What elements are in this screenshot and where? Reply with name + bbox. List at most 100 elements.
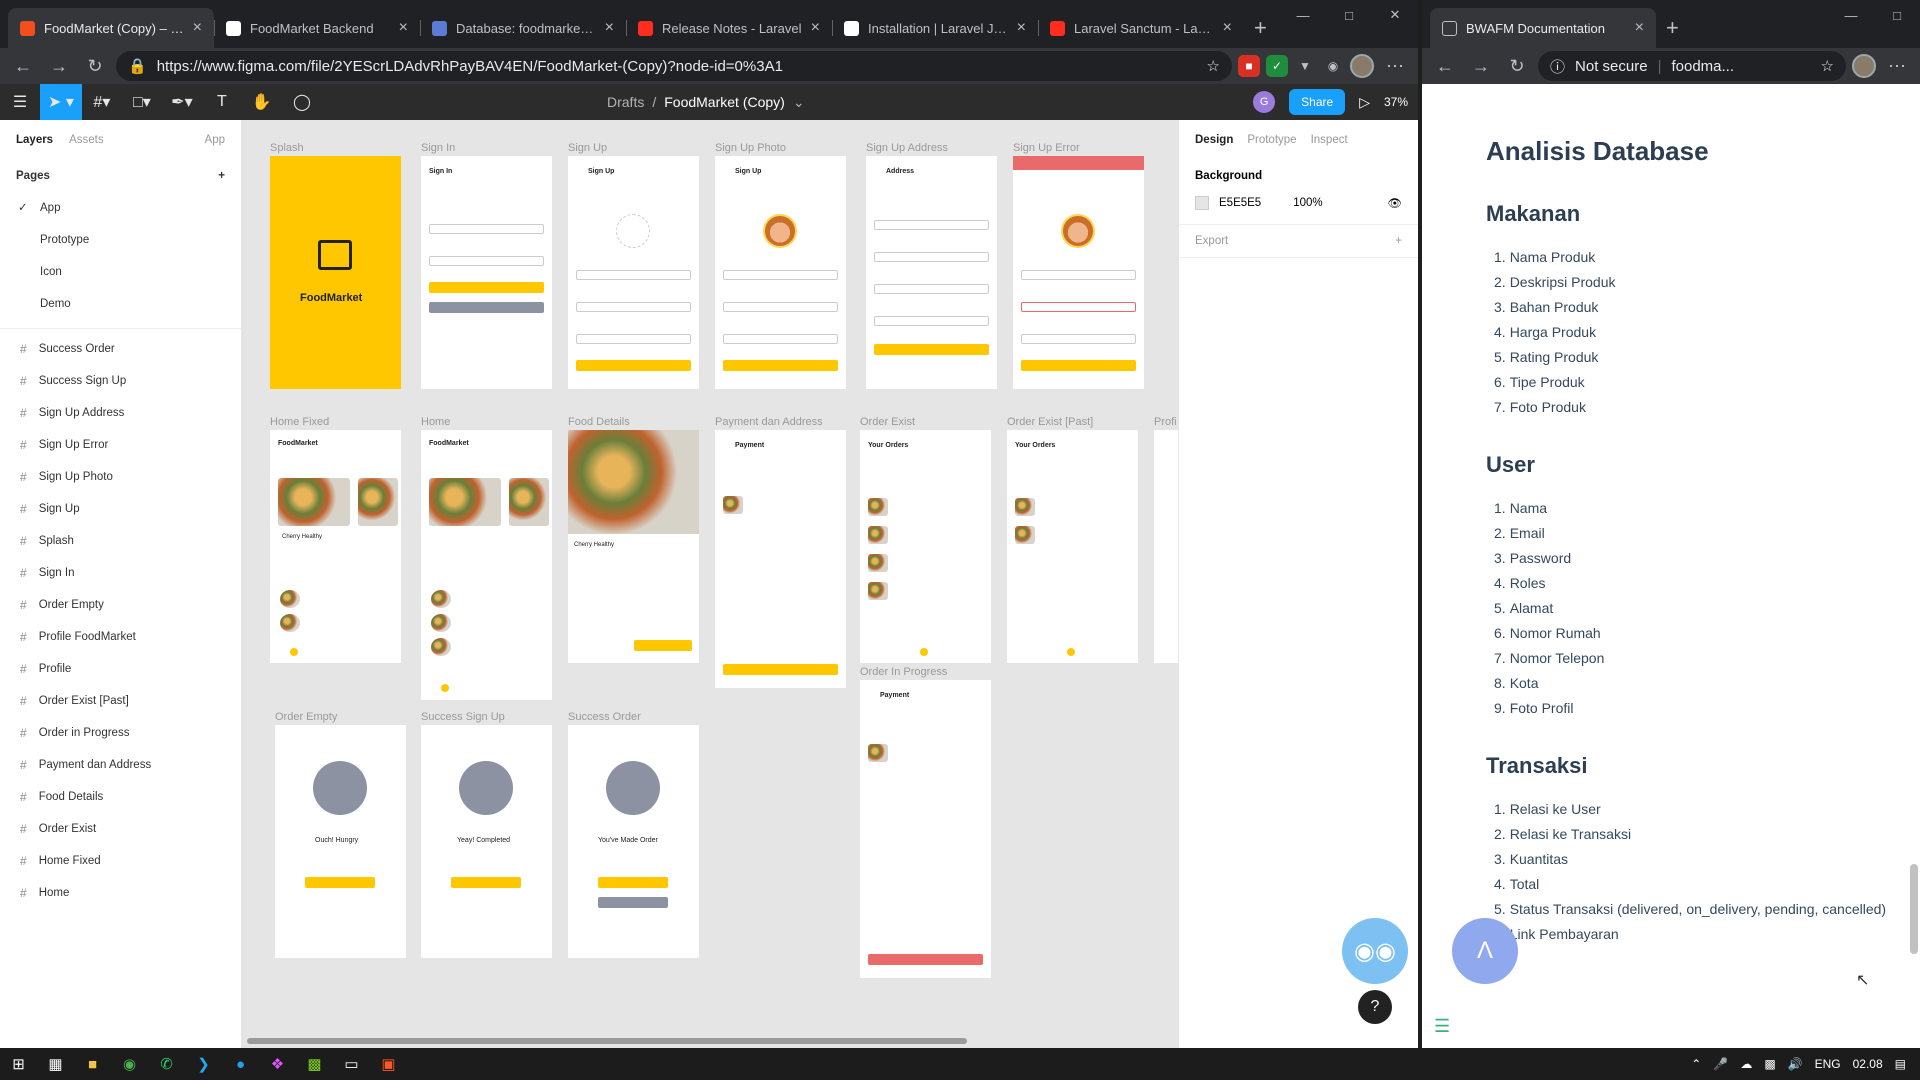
color-swatch[interactable] (1195, 196, 1209, 210)
tab-inspect[interactable]: Inspect (1311, 134, 1348, 146)
language-indicator[interactable]: ENG (1815, 1057, 1841, 1071)
chevron-down-icon[interactable]: ⌄ (793, 94, 805, 111)
app-icon[interactable]: ❖ (259, 1048, 296, 1080)
text-tool-icon[interactable]: T (202, 84, 242, 120)
url-bar[interactable]: ⓘ Not secure | foodma... ☆ (1538, 51, 1846, 81)
close-tab-icon[interactable]: × (1223, 19, 1232, 37)
layer-item[interactable]: # Sign Up Error (0, 429, 241, 461)
frame-sign-up-error[interactable]: Sign Up Error (1013, 142, 1144, 389)
clock[interactable]: 02.08 (1853, 1057, 1883, 1071)
network-icon[interactable]: ▩ (1764, 1057, 1775, 1071)
layer-item[interactable]: # Home (0, 877, 241, 909)
layer-item[interactable]: # Sign In (0, 557, 241, 589)
add-page-icon[interactable]: + (218, 170, 225, 182)
extension-dl-icon[interactable]: ◉ (1322, 55, 1344, 77)
close-tab-icon[interactable]: × (1017, 19, 1026, 37)
page-item[interactable]: Icon (0, 256, 241, 288)
frame-sign-up[interactable]: Sign Up Sign Up (568, 142, 699, 389)
tab-prototype[interactable]: Prototype (1247, 134, 1296, 146)
background-hex[interactable]: E5E5E5 (1219, 197, 1261, 209)
canvas-horizontal-scrollbar[interactable] (247, 1038, 967, 1044)
forward-icon[interactable]: → (1466, 51, 1496, 81)
layer-item[interactable]: # Order in Progress (0, 717, 241, 749)
comment-tool-icon[interactable]: ◯ (282, 84, 322, 120)
frame-food-details[interactable]: Food Details Cherry Healthy (568, 416, 699, 663)
frame-success-order[interactable]: Success Order You've Made Order (568, 711, 699, 958)
frame-home-fixed[interactable]: Home Fixed FoodMarket Cherry Healthy (270, 416, 401, 663)
bookmark-star-icon[interactable]: ☆ (1207, 57, 1220, 75)
tab-bwafm-docs[interactable]: BWAFM Documentation × (1430, 8, 1656, 48)
page-selector[interactable]: App (205, 134, 225, 146)
tab-design[interactable]: Design (1195, 134, 1233, 146)
new-tab-button[interactable]: + (1656, 8, 1689, 48)
frame-payment-address[interactable]: Payment dan Address Payment (715, 416, 846, 688)
layer-item[interactable]: # Sign Up Address (0, 397, 241, 429)
figma-canvas[interactable]: Splash FoodMarket Sign In Sign In Sign U… (243, 120, 1178, 1048)
url-bar[interactable]: 🔒 https://www.figma.com/file/2YEScrLDAdv… (116, 51, 1232, 81)
task-view-icon[interactable]: ▦ (37, 1048, 74, 1080)
chevron-up-icon[interactable]: ⌃ (1691, 1057, 1701, 1071)
browser-tab[interactable]: Installation | Laravel Jetstream × (832, 8, 1038, 48)
profile-avatar[interactable] (1350, 54, 1374, 78)
windows-start-icon[interactable]: ⊞ (0, 1048, 37, 1080)
layer-item[interactable]: # Order Exist [Past] (0, 685, 241, 717)
vertical-scrollbar[interactable] (1910, 864, 1918, 954)
profile-avatar[interactable] (1852, 54, 1876, 78)
browser-tab[interactable]: FoodMarket (Copy) – Figma × (8, 8, 214, 48)
frame-order-empty[interactable]: Order Empty Ouch! Hungry (275, 711, 406, 958)
notification-icon[interactable]: ▤ (1895, 1057, 1906, 1071)
back-icon[interactable]: ← (8, 51, 38, 81)
layer-item[interactable]: # Success Sign Up (0, 365, 241, 397)
layer-item[interactable]: # Home Fixed (0, 845, 241, 877)
share-button[interactable]: Share (1289, 89, 1346, 115)
eye-icon[interactable]: 👁 (1387, 196, 1402, 210)
browser-tab[interactable]: Release Notes - Laravel × (626, 8, 832, 48)
frame-home[interactable]: Home FoodMarket (421, 416, 552, 700)
mic-icon[interactable]: 🎤 (1713, 1057, 1728, 1071)
layer-item[interactable]: # Food Details (0, 781, 241, 813)
cloud-icon[interactable]: ☁ (1740, 1057, 1752, 1071)
zoom-level[interactable]: 37% (1384, 95, 1408, 109)
forward-icon[interactable]: → (44, 51, 74, 81)
frame-sign-up-address[interactable]: Sign Up Address Address (866, 142, 997, 389)
layer-item[interactable]: # Sign Up Photo (0, 461, 241, 493)
close-tab-icon[interactable]: × (605, 19, 614, 37)
layer-item[interactable]: # Splash (0, 525, 241, 557)
edge-icon[interactable]: ● (222, 1048, 259, 1080)
owl-assistant-icon[interactable]: ◉◉ (1342, 918, 1408, 984)
page-item[interactable]: Prototype (0, 224, 241, 256)
browser-tab[interactable]: FoodMarket Backend × (214, 8, 420, 48)
page-item[interactable]: App (0, 192, 241, 224)
hamburger-menu-icon[interactable]: ☰ (0, 84, 40, 120)
menu-dots-icon[interactable]: ⋯ (1882, 51, 1912, 81)
shape-tool-icon[interactable]: □▾ (122, 84, 162, 120)
background-opacity[interactable]: 100% (1293, 197, 1322, 209)
page-item[interactable]: Demo (0, 288, 241, 320)
frame-success-sign-up[interactable]: Success Sign Up Yeay! Completed (421, 711, 552, 958)
menu-dots-icon[interactable]: ⋯ (1380, 51, 1410, 81)
close-window-icon[interactable]: ✕ (1372, 0, 1418, 30)
recorder-icon[interactable]: ▣ (370, 1048, 407, 1080)
chrome-icon[interactable]: ◉ (111, 1048, 148, 1080)
breadcrumb-file[interactable]: FoodMarket (Copy) (664, 94, 785, 110)
layer-item[interactable]: # Profile (0, 653, 241, 685)
layer-item[interactable]: # Payment dan Address (0, 749, 241, 781)
frame-profile[interactable]: Profi (1154, 416, 1178, 663)
present-play-icon[interactable]: ▷ (1359, 94, 1370, 111)
frame-splash[interactable]: Splash FoodMarket (270, 142, 401, 389)
help-button[interactable]: ? (1358, 990, 1392, 1024)
frame-order-in-progress[interactable]: Order In Progress Payment (860, 666, 991, 978)
extension-shield-icon[interactable]: ✓ (1266, 55, 1288, 77)
layer-item[interactable]: # Success Order (0, 333, 241, 365)
layer-item[interactable]: # Order Empty (0, 589, 241, 621)
extension-icon[interactable]: ■ (1238, 55, 1260, 77)
frame-sign-up-photo[interactable]: Sign Up Photo Sign Up (715, 142, 846, 389)
tab-assets[interactable]: Assets (69, 134, 104, 146)
cmd-icon[interactable]: ▭ (333, 1048, 370, 1080)
frame-sign-in[interactable]: Sign In Sign In (421, 142, 552, 389)
close-tab-icon[interactable]: × (193, 19, 202, 37)
reload-icon[interactable]: ↻ (1502, 51, 1532, 81)
browser-tab[interactable]: Database: foodmarket-backend × (420, 8, 626, 48)
frame-tool-icon[interactable]: #▾ (82, 84, 122, 120)
add-export-icon[interactable]: + (1395, 235, 1402, 247)
